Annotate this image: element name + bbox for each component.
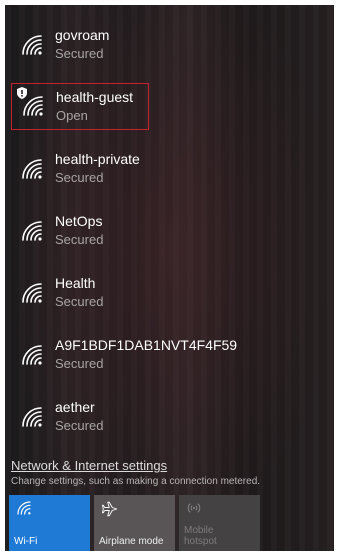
network-item-netops[interactable]: NetOps Secured — [10, 207, 330, 259]
shield-icon — [17, 87, 27, 99]
network-item-health-guest[interactable]: health-guest Open — [11, 83, 149, 130]
mobile-hotspot-button[interactable]: Mobile hotspot — [179, 495, 260, 551]
network-status: Secured — [55, 356, 104, 371]
wifi-flyout-panel: govroam Secured health-guest Open health… — [5, 5, 334, 551]
wifi-signal-icon — [17, 501, 31, 515]
wifi-signal-icon — [22, 283, 42, 303]
network-item-health[interactable]: Health Secured — [10, 269, 330, 321]
wifi-signal-icon — [22, 407, 42, 427]
airplane-mode-button[interactable]: Airplane mode — [94, 495, 175, 551]
wifi-toggle-label: Wi-Fi — [14, 536, 38, 547]
network-internet-settings-link[interactable]: Network & Internet settings — [11, 458, 167, 473]
network-status: Secured — [55, 418, 104, 433]
network-ssid: govroam — [55, 27, 110, 43]
network-ssid: aether — [55, 399, 95, 415]
network-status: Secured — [55, 294, 104, 309]
airplane-icon — [102, 501, 118, 517]
network-item-govroam[interactable]: govroam Secured — [10, 21, 330, 73]
settings-description: Change settings, such as making a connec… — [11, 476, 261, 487]
wifi-signal-icon — [22, 159, 42, 179]
network-status: Secured — [55, 232, 104, 247]
network-status: Secured — [55, 46, 104, 61]
network-ssid: A9F1BDF1DAB1NVT4F4F59 — [55, 337, 238, 353]
network-item-aether[interactable]: aether Secured — [10, 393, 330, 445]
network-ssid: NetOps — [55, 213, 103, 229]
wifi-signal-icon — [22, 345, 42, 365]
network-ssid: health-guest — [56, 89, 134, 105]
network-ssid: Health — [55, 275, 96, 291]
wifi-signal-icon — [22, 221, 42, 241]
wifi-signal-icon — [22, 35, 42, 55]
network-item-health-private[interactable]: health-private Secured — [10, 145, 330, 197]
network-status: Secured — [55, 170, 104, 185]
network-status: Open — [56, 108, 88, 123]
airplane-mode-label: Airplane mode — [99, 536, 164, 547]
network-ssid: health-private — [55, 151, 140, 167]
hotspot-label-line1: Mobile — [184, 525, 214, 536]
wifi-toggle-button[interactable]: Wi-Fi — [9, 495, 90, 551]
network-item-a9f1bdf1[interactable]: A9F1BDF1DAB1NVT4F4F59 Secured — [10, 331, 330, 383]
hotspot-label-line2: hotspot — [184, 536, 217, 547]
mobile-hotspot-label: Mobile hotspot — [184, 525, 217, 547]
hotspot-icon — [187, 503, 201, 513]
